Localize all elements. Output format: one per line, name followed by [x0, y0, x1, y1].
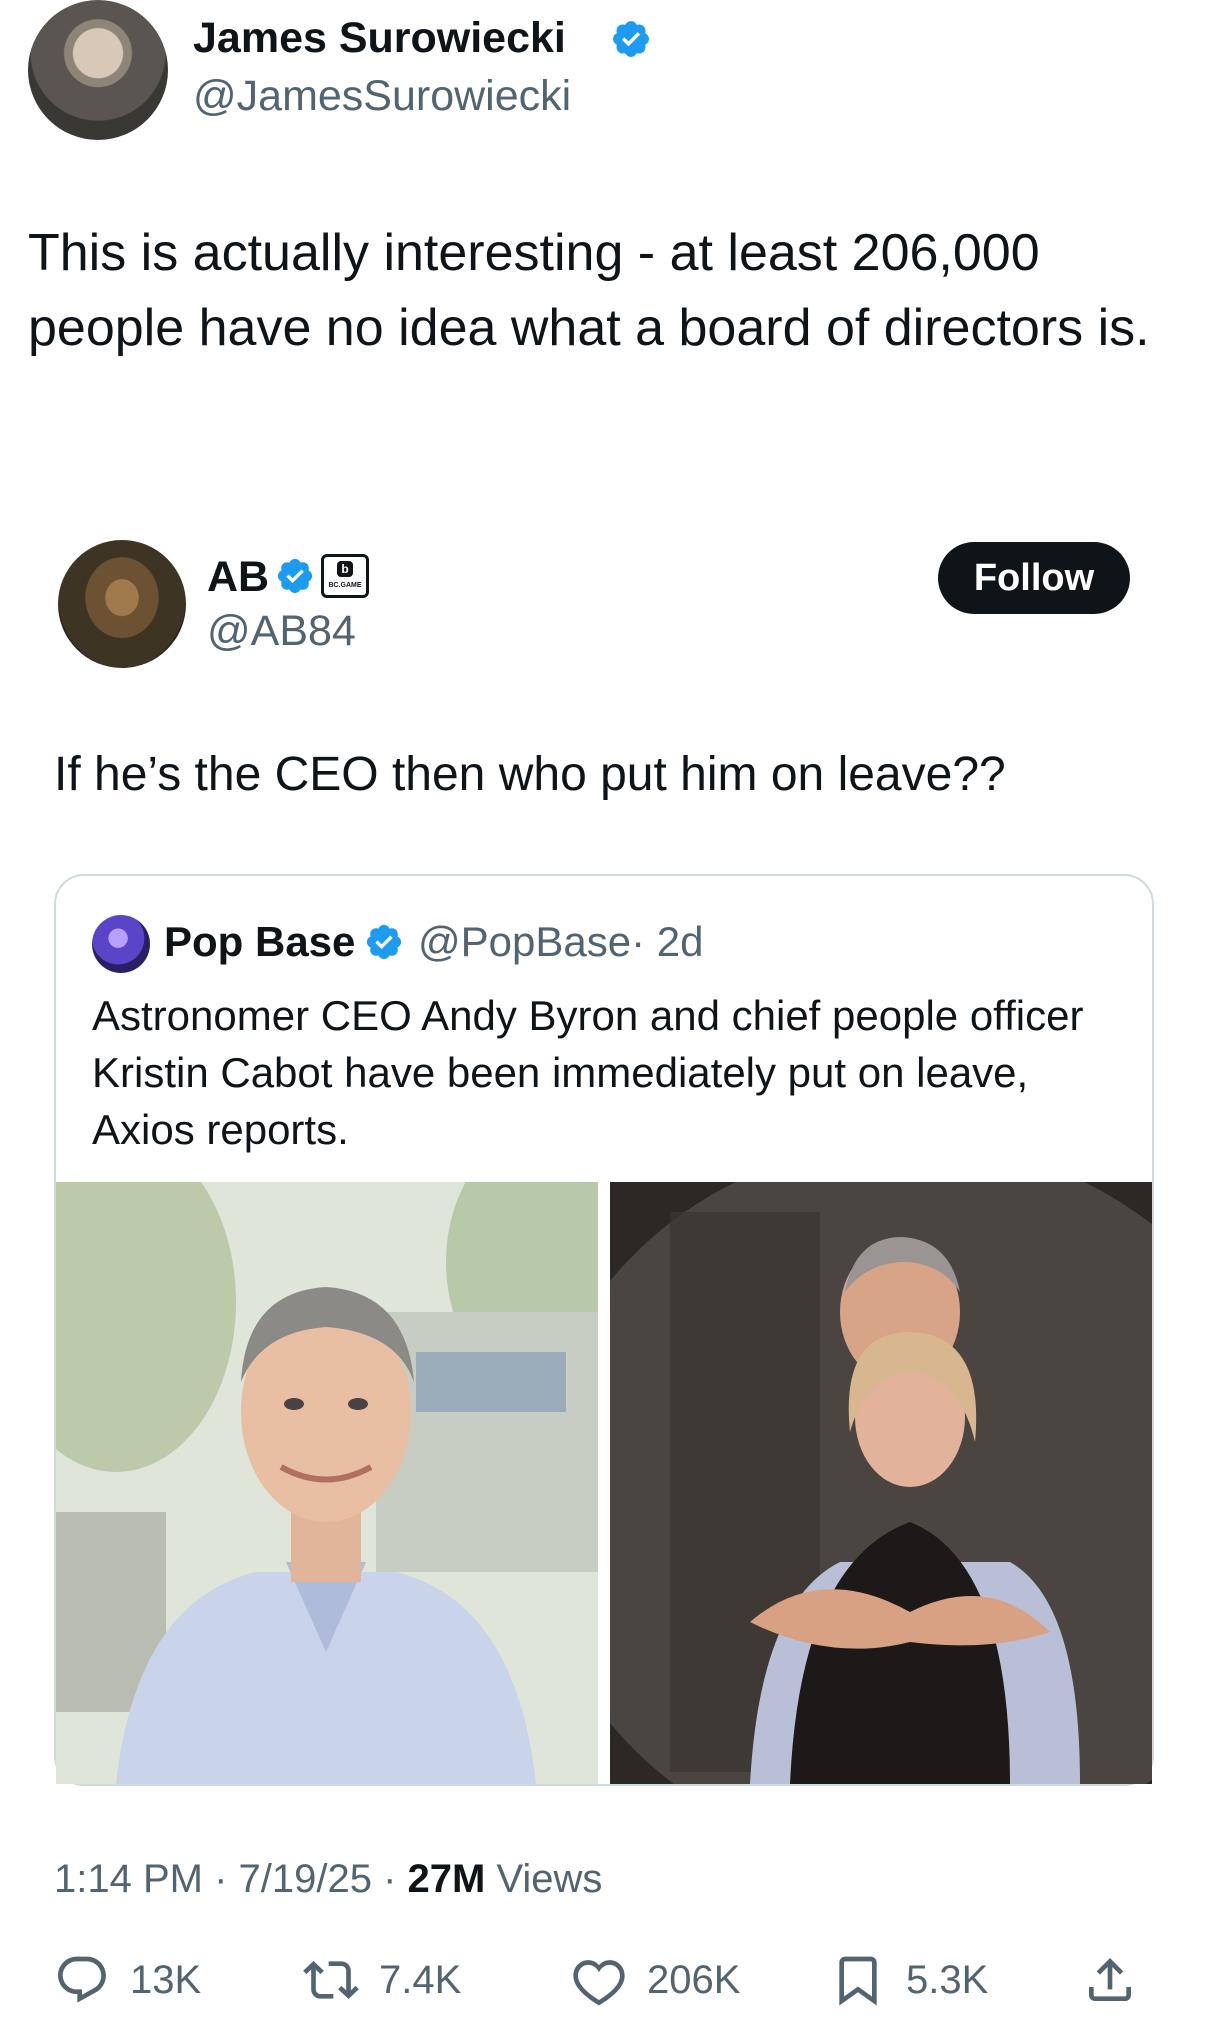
bookmark-icon [839, 1956, 877, 2006]
views-label: Views [485, 1857, 603, 1901]
concert-photo[interactable] [610, 1182, 1152, 1784]
avatar-ab[interactable] [58, 540, 186, 668]
avatar-james-surowiecki[interactable] [28, 0, 168, 140]
repost-icon [303, 1961, 359, 1999]
concert-illustration [610, 1182, 1152, 1784]
avatar-pop-base[interactable] [92, 915, 150, 973]
follow-button[interactable]: Follow [938, 542, 1130, 614]
timestamp[interactable]: 1:14 PM · 7/19/25 · [54, 1857, 408, 1901]
verified-icon [366, 924, 402, 960]
tweet-meta: 1:14 PM · 7/19/25 · 27M Views [54, 1857, 602, 1902]
share-button[interactable] [1082, 1950, 1138, 2010]
share-icon [1089, 1958, 1131, 2001]
author-handle[interactable]: @JamesSurowiecki [193, 72, 571, 121]
reply-count: 13K [130, 1957, 202, 2002]
bookmark-button[interactable]: 5.3K [830, 1950, 988, 2010]
quoted-tweet-text: If he’s the CEO then who put him on leav… [54, 748, 1006, 801]
like-button[interactable]: 206K [571, 1950, 740, 2010]
nested-author-name[interactable]: Pop Base [164, 918, 355, 966]
nested-author-handle-and-age[interactable]: @PopBase· 2d [418, 918, 703, 966]
repost-button[interactable]: 7.4K [303, 1950, 461, 2010]
affiliate-badge-label: BC.GAME [328, 582, 362, 589]
reply-icon [58, 1956, 106, 2003]
headshot-illustration [56, 1182, 598, 1784]
headshot-photo[interactable] [56, 1182, 598, 1784]
repost-count: 7.4K [379, 1957, 462, 2002]
quoted-author-handle[interactable]: @AB84 [207, 607, 356, 656]
nested-age: · 2d [631, 918, 704, 965]
reply-button[interactable]: 13K [54, 1950, 201, 2010]
like-count: 206K [647, 1957, 741, 2002]
author-name[interactable]: James Surowiecki [193, 14, 566, 63]
nested-handle[interactable]: @PopBase [418, 918, 631, 965]
nested-tweet-text: Astronomer CEO Andy Byron and chief peop… [92, 992, 1084, 1153]
views-count: 27M [407, 1857, 486, 1901]
verified-icon [277, 558, 313, 594]
bc-game-logo-icon: b [337, 561, 353, 577]
quoted-author-name[interactable]: AB [207, 553, 269, 602]
tweet-text: This is actually interesting - at least … [28, 224, 1150, 357]
affiliate-badge-icon[interactable]: b BC.GAME [321, 554, 369, 598]
bookmark-count: 5.3K [906, 1957, 989, 2002]
heart-icon [573, 1960, 625, 2006]
verified-icon [613, 21, 649, 57]
